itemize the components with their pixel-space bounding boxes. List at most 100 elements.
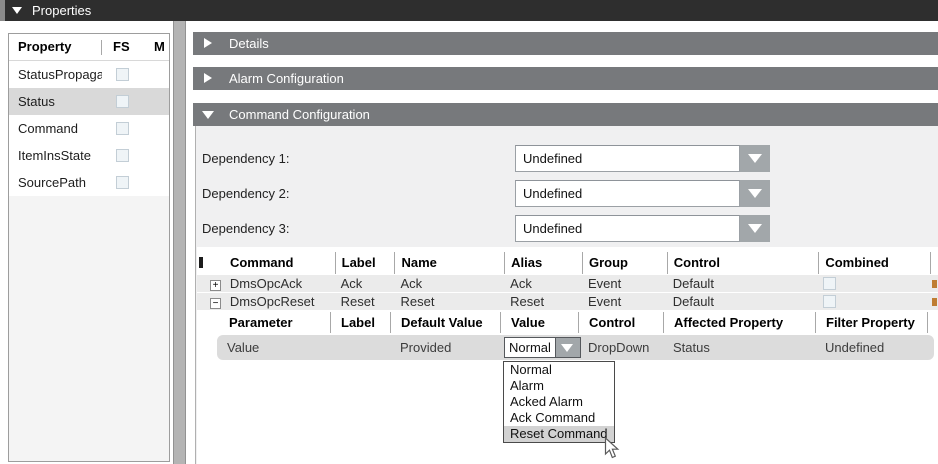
chevron-down-icon <box>748 154 762 163</box>
section-details[interactable]: Details <box>193 32 938 55</box>
clipped-column-header <box>927 312 938 333</box>
header-value[interactable]: Value <box>500 312 578 333</box>
column-header-m[interactable]: M <box>154 34 165 60</box>
cell-group: Event <box>582 293 667 310</box>
cell-label: Reset <box>335 293 395 310</box>
header-parameter[interactable]: Parameter <box>219 312 330 333</box>
fs-checkbox[interactable] <box>116 176 129 189</box>
cell-control: Default <box>667 275 819 292</box>
header-control[interactable]: Control <box>578 312 663 333</box>
cell-default-value: Provided <box>390 335 500 360</box>
dropdown-arrow-button[interactable] <box>740 180 770 207</box>
header-combined[interactable]: Combined <box>818 252 930 274</box>
header-filter-property[interactable]: Filter Property <box>815 312 927 333</box>
cell-alias: Reset <box>504 293 582 310</box>
property-name: ItemInsState <box>18 142 102 169</box>
dependency2-label: Dependency 2: <box>202 180 289 207</box>
cell-name: Reset <box>394 293 504 310</box>
command-grid: Command Label Name Alias Group Control C… <box>197 247 938 464</box>
column-divider <box>101 40 102 55</box>
fs-checkbox[interactable] <box>116 122 129 135</box>
command-row-dmsopcreset[interactable]: − DmsOpcReset Reset Reset Reset Event De… <box>197 293 938 310</box>
cell-filter-property: Undefined <box>815 335 927 360</box>
option-normal[interactable]: Normal <box>504 362 614 378</box>
command-table-header: Command Label Name Alias Group Control C… <box>197 252 938 274</box>
dropdown-arrow-button[interactable] <box>740 145 770 172</box>
value-dropdown-text[interactable]: Normal <box>505 338 555 357</box>
property-name: SourcePath <box>18 169 102 196</box>
cell-parameter: Value <box>217 335 330 360</box>
header-default-value[interactable]: Default Value <box>390 312 500 333</box>
expand-arrow-icon <box>204 38 212 48</box>
combined-checkbox[interactable] <box>823 295 836 308</box>
cell-command: DmsOpcReset <box>224 293 335 310</box>
dependency1-value[interactable]: Undefined <box>515 145 740 172</box>
column-header-fs[interactable]: FS <box>113 34 130 60</box>
section-command-configuration[interactable]: Command Configuration <box>193 103 938 126</box>
option-reset-command[interactable]: Reset Command <box>504 426 614 442</box>
option-alarm[interactable]: Alarm <box>504 378 614 394</box>
header-alias[interactable]: Alias <box>504 252 582 274</box>
clipped-text-fragment <box>932 298 937 306</box>
property-row-sourcepath[interactable]: SourcePath <box>9 169 169 196</box>
collapse-triangle-icon[interactable] <box>12 7 22 14</box>
chevron-down-icon <box>561 344 573 352</box>
fs-checkbox[interactable] <box>116 68 129 81</box>
header-command[interactable]: Command <box>224 252 335 274</box>
dependency1-label: Dependency 1: <box>202 145 289 172</box>
header-name[interactable]: Name <box>394 252 504 274</box>
fs-checkbox[interactable] <box>116 95 129 108</box>
cell-command: DmsOpcAck <box>224 275 335 292</box>
command-configuration-content: Dependency 1: Undefined Dependency 2: Un… <box>195 126 938 464</box>
cell-group: Event <box>582 275 667 292</box>
section-label: Command Configuration <box>229 103 370 126</box>
cell-name: Ack <box>394 275 504 292</box>
cell-alias: Ack <box>504 275 582 292</box>
dependency2-value[interactable]: Undefined <box>515 180 740 207</box>
option-ack-command[interactable]: Ack Command <box>504 410 614 426</box>
cell-label <box>330 335 390 360</box>
header-group[interactable]: Group <box>582 252 667 274</box>
cell-control: DropDown <box>578 335 663 360</box>
header-label[interactable]: Label <box>335 252 395 274</box>
chevron-down-icon <box>748 189 762 198</box>
cell-affected-property: Status <box>663 335 815 360</box>
dependency3-value[interactable]: Undefined <box>515 215 740 242</box>
panel-splitter[interactable] <box>173 21 186 464</box>
titlebar-label: Properties <box>32 0 91 21</box>
property-list-empty-area <box>9 196 169 461</box>
expand-plus-icon[interactable]: + <box>210 280 221 291</box>
header-affected-property[interactable]: Affected Property <box>663 312 815 333</box>
parameter-table-header: Parameter Label Default Value Value Cont… <box>219 312 938 333</box>
property-row-statuspropagation[interactable]: StatusPropaga <box>9 61 169 88</box>
section-alarm-configuration[interactable]: Alarm Configuration <box>193 67 938 90</box>
collapse-minus-icon[interactable]: − <box>210 298 221 309</box>
chevron-down-icon <box>748 224 762 233</box>
property-row-status[interactable]: Status <box>9 88 169 115</box>
header-control[interactable]: Control <box>667 252 819 274</box>
property-name: StatusPropaga <box>18 61 102 88</box>
expand-arrow-icon <box>204 73 212 83</box>
collapse-arrow-icon <box>202 111 214 119</box>
fs-checkbox[interactable] <box>116 149 129 162</box>
property-name: Status <box>18 88 102 115</box>
value-dropdown[interactable]: Normal <box>504 337 581 358</box>
command-row-dmsopcack[interactable]: + DmsOpcAck Ack Ack Ack Event Default <box>197 275 938 292</box>
combined-checkbox[interactable] <box>823 277 836 290</box>
titlebar-edge <box>0 0 5 21</box>
value-dropdown-list: Normal Alarm Acked Alarm Ack Command Res… <box>503 361 615 443</box>
cell-control: Default <box>667 293 819 310</box>
header-label[interactable]: Label <box>330 312 390 333</box>
section-label: Alarm Configuration <box>229 67 344 90</box>
properties-titlebar: Properties <box>0 0 938 21</box>
dropdown-arrow-button[interactable] <box>555 338 580 357</box>
property-row-iteminsstate[interactable]: ItemInsState <box>9 142 169 169</box>
dropdown-arrow-button[interactable] <box>740 215 770 242</box>
cell-label: Ack <box>335 275 395 292</box>
section-label: Details <box>229 32 269 55</box>
property-row-command[interactable]: Command <box>9 115 169 142</box>
dependency3-label: Dependency 3: <box>202 215 289 242</box>
clipped-column-header <box>930 252 938 274</box>
option-acked-alarm[interactable]: Acked Alarm <box>504 394 614 410</box>
column-header-property[interactable]: Property <box>18 34 71 60</box>
